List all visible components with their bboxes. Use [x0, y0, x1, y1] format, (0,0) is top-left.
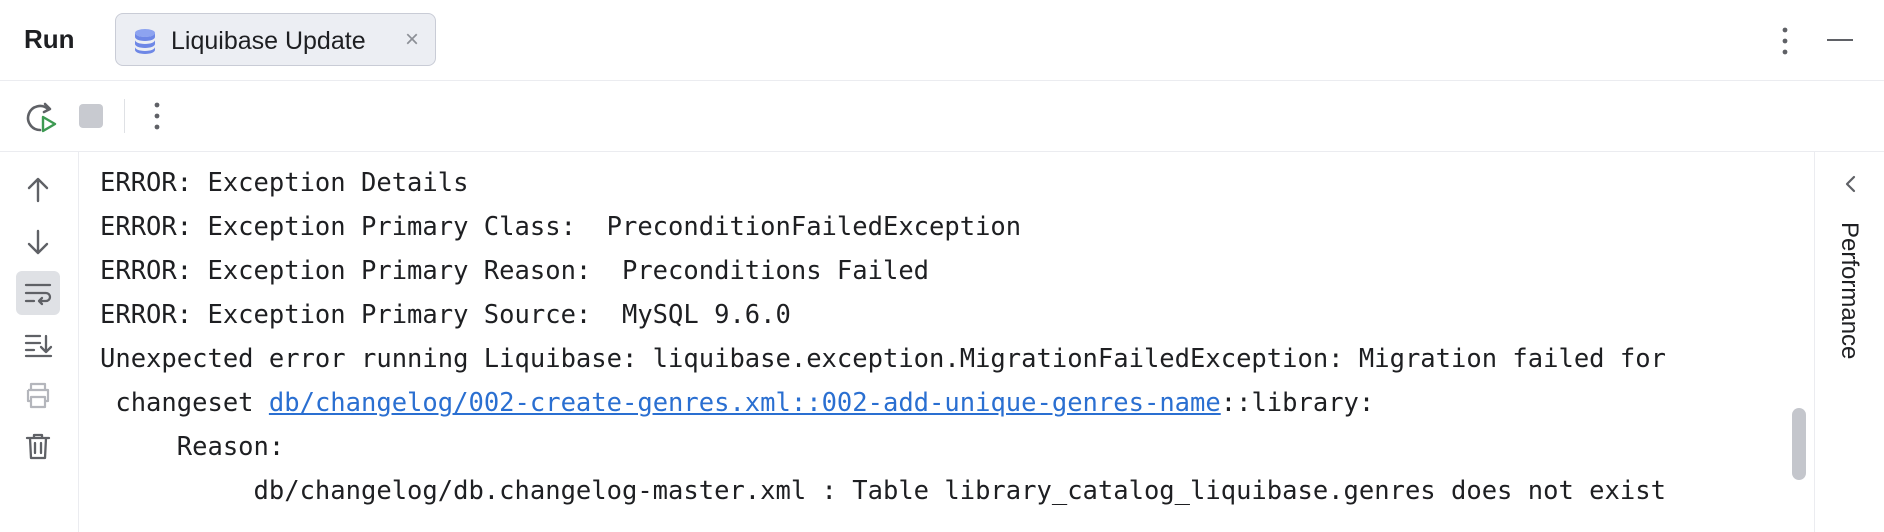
rerun-icon[interactable]	[24, 101, 58, 135]
console-line-reason: Reason:	[100, 432, 285, 462]
close-icon[interactable]: ×	[405, 27, 419, 53]
print-icon	[16, 373, 60, 417]
console-line: Unexpected error running Liquibase: liqu…	[100, 344, 1666, 374]
scroll-to-end-icon[interactable]	[16, 322, 60, 366]
performance-panel-tab[interactable]: Performance	[1835, 222, 1865, 442]
changeset-suffix: ::library:	[1220, 388, 1375, 418]
trash-icon[interactable]	[16, 424, 60, 468]
more-vertical-icon[interactable]	[1780, 26, 1790, 56]
console-line: ERROR: Exception Primary Source: MySQL 9…	[100, 300, 791, 330]
arrow-down-icon[interactable]	[16, 220, 60, 264]
run-tool-window-header: Run Liquibase Update ×	[0, 0, 1884, 81]
console-side-toolbar	[0, 152, 79, 532]
soft-wrap-icon[interactable]	[16, 271, 60, 315]
chevron-left-icon[interactable]	[1841, 172, 1861, 196]
performance-label: Performance	[1836, 222, 1863, 360]
toolbar-divider	[124, 99, 125, 133]
minimize-icon[interactable]	[1827, 39, 1853, 41]
arrow-up-icon[interactable]	[16, 168, 60, 212]
console-line-reason-detail: db/changelog/db.changelog-master.xml : T…	[100, 476, 1666, 506]
console-output[interactable]: ERROR: Exception Details ERROR: Exceptio…	[79, 152, 1814, 532]
tab-liquibase-update[interactable]: Liquibase Update ×	[115, 13, 436, 66]
changeset-link[interactable]: db/changelog/002-create-genres.xml::002-…	[269, 388, 1221, 418]
tab-label: Liquibase Update	[171, 27, 366, 55]
database-stack-icon	[135, 29, 155, 54]
vertical-scrollbar-thumb[interactable]	[1792, 408, 1806, 480]
right-side-panel: Performance	[1814, 152, 1884, 532]
console-line: ERROR: Exception Primary Reason: Precond…	[100, 256, 930, 286]
more-vertical-icon[interactable]	[152, 100, 162, 132]
stop-icon[interactable]	[79, 104, 103, 128]
console-line: ERROR: Exception Details	[100, 168, 469, 198]
tool-window-title: Run	[24, 24, 75, 54]
run-toolbar	[0, 81, 1884, 152]
console-line: ERROR: Exception Primary Class: Precondi…	[100, 212, 1022, 242]
console-line-changeset: changeset db/changelog/002-create-genres…	[100, 388, 1374, 418]
changeset-prefix: changeset	[100, 388, 269, 418]
